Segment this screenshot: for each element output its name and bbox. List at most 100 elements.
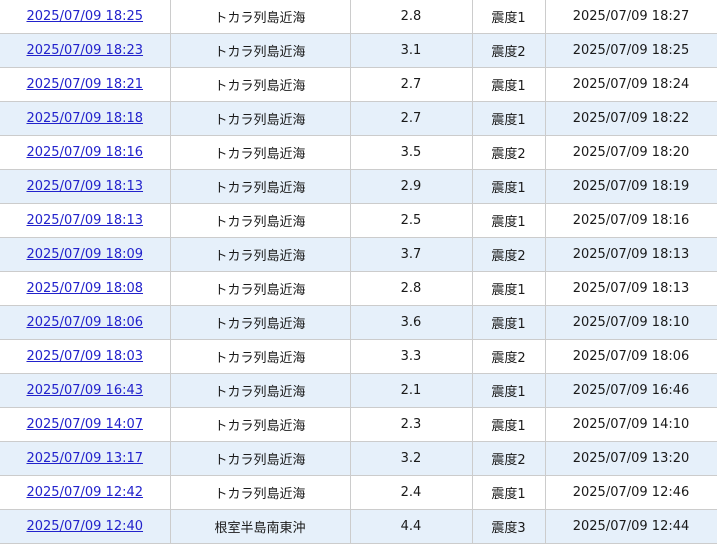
occurrence-time-link[interactable]: 2025/07/09 18:23	[26, 43, 143, 58]
occurrence-time-link[interactable]: 2025/07/09 12:42	[26, 485, 143, 500]
max-intensity-cell: 震度2	[471, 237, 546, 272]
max-intensity-cell: 震度1	[471, 101, 546, 136]
occurrence-time-link[interactable]: 2025/07/09 18:06	[26, 315, 143, 330]
occurrence-time-link[interactable]: 2025/07/09 16:43	[26, 383, 143, 398]
region-cell: トカラ列島近海	[169, 101, 351, 136]
occurrence-time-cell: 2025/07/09 13:17	[0, 441, 171, 476]
region-cell: トカラ列島近海	[169, 33, 351, 68]
occurrence-time-cell: 2025/07/09 18:13	[0, 169, 171, 204]
max-intensity-cell: 震度1	[471, 271, 546, 306]
region-cell: トカラ列島近海	[169, 407, 351, 442]
region-cell: トカラ列島近海	[169, 203, 351, 238]
table-row: 2025/07/09 18:06 トカラ列島近海 3.6 震度1 2025/07…	[0, 305, 717, 340]
issued-time-cell: 2025/07/09 18:06	[544, 339, 717, 374]
occurrence-time-link[interactable]: 2025/07/09 18:09	[26, 247, 143, 262]
occurrence-time-cell: 2025/07/09 12:40	[0, 509, 171, 544]
magnitude-cell: 2.8	[349, 271, 473, 306]
occurrence-time-cell: 2025/07/09 16:43	[0, 373, 171, 408]
max-intensity-cell: 震度1	[471, 67, 546, 102]
issued-time-cell: 2025/07/09 12:44	[544, 509, 717, 544]
max-intensity-cell: 震度2	[471, 441, 546, 476]
region-cell: トカラ列島近海	[169, 169, 351, 204]
occurrence-time-cell: 2025/07/09 18:21	[0, 67, 171, 102]
max-intensity-cell: 震度3	[471, 509, 546, 544]
occurrence-time-link[interactable]: 2025/07/09 18:13	[26, 213, 143, 228]
issued-time-cell: 2025/07/09 13:20	[544, 441, 717, 476]
table-row: 2025/07/09 18:16 トカラ列島近海 3.5 震度2 2025/07…	[0, 135, 717, 170]
table-row: 2025/07/09 18:25 トカラ列島近海 2.8 震度1 2025/07…	[0, 0, 717, 34]
max-intensity-cell: 震度1	[471, 373, 546, 408]
region-cell: トカラ列島近海	[169, 0, 351, 34]
region-cell: トカラ列島近海	[169, 271, 351, 306]
occurrence-time-link[interactable]: 2025/07/09 12:40	[26, 519, 143, 534]
magnitude-cell: 2.8	[349, 0, 473, 34]
occurrence-time-link[interactable]: 2025/07/09 18:16	[26, 145, 143, 160]
max-intensity-cell: 震度2	[471, 33, 546, 68]
table-row: 2025/07/09 18:23 トカラ列島近海 3.1 震度2 2025/07…	[0, 33, 717, 68]
table-row: 2025/07/09 18:13 トカラ列島近海 2.5 震度1 2025/07…	[0, 203, 717, 238]
occurrence-time-cell: 2025/07/09 14:07	[0, 407, 171, 442]
occurrence-time-cell: 2025/07/09 18:16	[0, 135, 171, 170]
occurrence-time-link[interactable]: 2025/07/09 18:08	[26, 281, 143, 296]
region-cell: トカラ列島近海	[169, 475, 351, 510]
occurrence-time-link[interactable]: 2025/07/09 18:21	[26, 77, 143, 92]
region-cell: トカラ列島近海	[169, 441, 351, 476]
occurrence-time-link[interactable]: 2025/07/09 18:25	[26, 9, 143, 24]
magnitude-cell: 3.6	[349, 305, 473, 340]
magnitude-cell: 3.5	[349, 135, 473, 170]
region-cell: トカラ列島近海	[169, 339, 351, 374]
table-row: 2025/07/09 12:42 トカラ列島近海 2.4 震度1 2025/07…	[0, 475, 717, 510]
issued-time-cell: 2025/07/09 18:27	[544, 0, 717, 34]
magnitude-cell: 4.4	[349, 509, 473, 544]
table-row: 2025/07/09 18:21 トカラ列島近海 2.7 震度1 2025/07…	[0, 67, 717, 102]
max-intensity-cell: 震度2	[471, 135, 546, 170]
table-row: 2025/07/09 18:03 トカラ列島近海 3.3 震度2 2025/07…	[0, 339, 717, 374]
occurrence-time-link[interactable]: 2025/07/09 18:13	[26, 179, 143, 194]
table-row: 2025/07/09 18:13 トカラ列島近海 2.9 震度1 2025/07…	[0, 169, 717, 204]
occurrence-time-link[interactable]: 2025/07/09 18:03	[26, 349, 143, 364]
issued-time-cell: 2025/07/09 12:46	[544, 475, 717, 510]
magnitude-cell: 2.4	[349, 475, 473, 510]
table-row: 2025/07/09 12:40 根室半島南東沖 4.4 震度3 2025/07…	[0, 509, 717, 544]
magnitude-cell: 2.1	[349, 373, 473, 408]
occurrence-time-cell: 2025/07/09 18:23	[0, 33, 171, 68]
issued-time-cell: 2025/07/09 18:19	[544, 169, 717, 204]
magnitude-cell: 2.7	[349, 101, 473, 136]
table-row: 2025/07/09 14:07 トカラ列島近海 2.3 震度1 2025/07…	[0, 407, 717, 442]
max-intensity-cell: 震度1	[471, 407, 546, 442]
max-intensity-cell: 震度1	[471, 475, 546, 510]
table-row: 2025/07/09 16:43 トカラ列島近海 2.1 震度1 2025/07…	[0, 373, 717, 408]
region-cell: 根室半島南東沖	[169, 509, 351, 544]
occurrence-time-link[interactable]: 2025/07/09 18:18	[26, 111, 143, 126]
table-row: 2025/07/09 18:09 トカラ列島近海 3.7 震度2 2025/07…	[0, 237, 717, 272]
issued-time-cell: 2025/07/09 18:10	[544, 305, 717, 340]
magnitude-cell: 3.2	[349, 441, 473, 476]
magnitude-cell: 3.7	[349, 237, 473, 272]
region-cell: トカラ列島近海	[169, 373, 351, 408]
magnitude-cell: 3.3	[349, 339, 473, 374]
issued-time-cell: 2025/07/09 14:10	[544, 407, 717, 442]
magnitude-cell: 2.5	[349, 203, 473, 238]
occurrence-time-cell: 2025/07/09 18:25	[0, 0, 171, 34]
table-row: 2025/07/09 18:18 トカラ列島近海 2.7 震度1 2025/07…	[0, 101, 717, 136]
region-cell: トカラ列島近海	[169, 237, 351, 272]
occurrence-time-cell: 2025/07/09 18:09	[0, 237, 171, 272]
max-intensity-cell: 震度2	[471, 339, 546, 374]
issued-time-cell: 2025/07/09 18:22	[544, 101, 717, 136]
occurrence-time-link[interactable]: 2025/07/09 13:17	[26, 451, 143, 466]
earthquake-table: 2025/07/09 18:25 トカラ列島近海 2.8 震度1 2025/07…	[0, 0, 717, 544]
table-row: 2025/07/09 13:17 トカラ列島近海 3.2 震度2 2025/07…	[0, 441, 717, 476]
occurrence-time-cell: 2025/07/09 18:08	[0, 271, 171, 306]
issued-time-cell: 2025/07/09 18:13	[544, 237, 717, 272]
occurrence-time-cell: 2025/07/09 18:06	[0, 305, 171, 340]
issued-time-cell: 2025/07/09 18:24	[544, 67, 717, 102]
occurrence-time-cell: 2025/07/09 12:42	[0, 475, 171, 510]
table-row: 2025/07/09 18:08 トカラ列島近海 2.8 震度1 2025/07…	[0, 271, 717, 306]
issued-time-cell: 2025/07/09 18:13	[544, 271, 717, 306]
occurrence-time-cell: 2025/07/09 18:13	[0, 203, 171, 238]
occurrence-time-cell: 2025/07/09 18:18	[0, 101, 171, 136]
occurrence-time-link[interactable]: 2025/07/09 14:07	[26, 417, 143, 432]
issued-time-cell: 2025/07/09 18:20	[544, 135, 717, 170]
max-intensity-cell: 震度1	[471, 203, 546, 238]
magnitude-cell: 2.3	[349, 407, 473, 442]
